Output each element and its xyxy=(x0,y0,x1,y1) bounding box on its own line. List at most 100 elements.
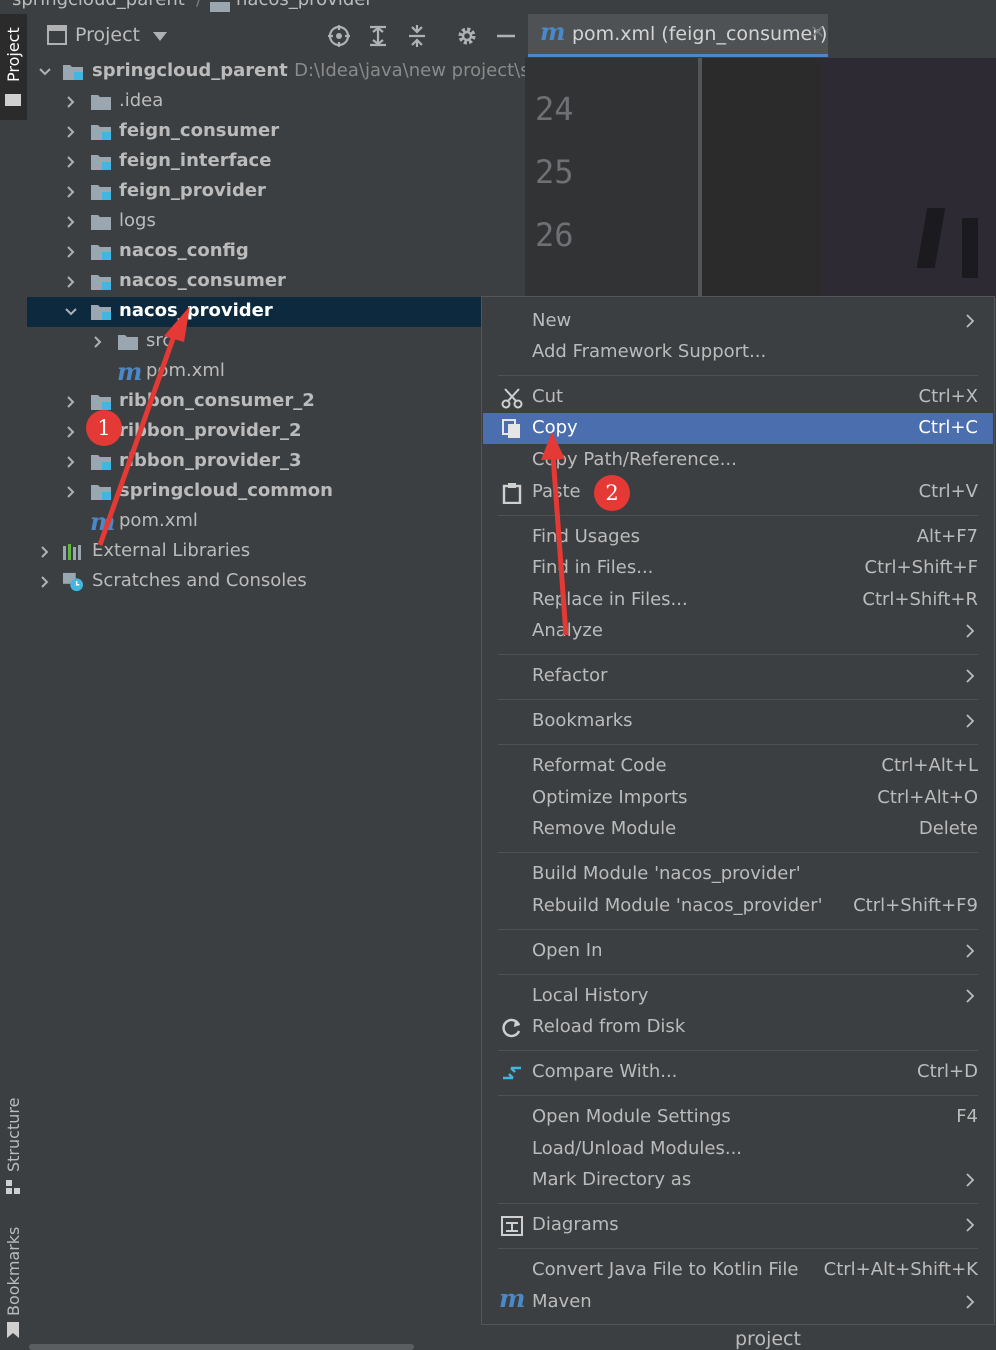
tree-item-logs[interactable]: logs xyxy=(27,207,525,237)
breadcrumb-module[interactable]: nacos_provider xyxy=(236,0,373,10)
menu-item-open-module-settings[interactable]: Open Module Settings F4 xyxy=(483,1102,993,1133)
chevron-right-icon xyxy=(966,669,975,683)
folder-icon xyxy=(118,335,138,350)
expand-all-icon[interactable] xyxy=(366,24,390,48)
chevron-right-icon[interactable] xyxy=(63,454,79,470)
menu-item-label: Rebuild Module 'nacos_provider' xyxy=(532,895,823,916)
tree-item-pom-xml[interactable]: m pom.xml xyxy=(27,357,525,387)
reload-icon xyxy=(502,1018,521,1038)
tree-item-ribbon-provider-3[interactable]: ribbon_provider_3 xyxy=(27,447,525,477)
tree-item-src[interactable]: src xyxy=(27,327,525,357)
maven-icon: m xyxy=(540,17,566,46)
chevron-right-icon[interactable] xyxy=(63,184,79,200)
menu-item-local-history[interactable]: Local History xyxy=(483,981,993,1012)
chevron-right-icon[interactable] xyxy=(90,334,106,350)
chevron-right-icon xyxy=(966,944,975,958)
menu-item-shortcut: Ctrl+C xyxy=(918,417,978,438)
tab-pom-xml[interactable]: m pom.xml (feign_consumer) ✕ xyxy=(528,14,828,57)
menu-item-paste[interactable]: Paste Ctrl+V xyxy=(483,477,993,508)
chevron-right-icon[interactable] xyxy=(63,484,79,500)
menu-item-convert-to-kotlin[interactable]: Convert Java File to Kotlin File Ctrl+Alt… xyxy=(483,1255,993,1286)
menu-item-find-usages[interactable]: Find Usages Alt+F7 xyxy=(483,522,993,553)
locate-icon[interactable] xyxy=(327,24,351,48)
menu-item-new[interactable]: New xyxy=(483,306,993,337)
tree-item-feign-consumer[interactable]: feign_consumer xyxy=(27,117,525,147)
menu-item-bookmarks[interactable]: Bookmarks xyxy=(483,706,993,737)
tree-label: .idea xyxy=(119,90,164,111)
editor-body[interactable] xyxy=(700,58,996,298)
tab-structure[interactable]: Structure xyxy=(0,1094,27,1204)
menu-item-reload-from-disk[interactable]: Reload from Disk xyxy=(483,1012,993,1043)
menu-item-label: Reformat Code xyxy=(532,755,667,776)
tab-project-label: Project xyxy=(4,27,23,82)
minimize-icon[interactable] xyxy=(494,24,518,48)
tree-item-springcloud-common[interactable]: springcloud_common xyxy=(27,477,525,507)
chevron-right-icon[interactable] xyxy=(63,154,79,170)
menu-item-maven[interactable]: m Maven xyxy=(483,1284,993,1318)
chevron-right-icon xyxy=(966,989,975,1003)
chevron-right-icon[interactable] xyxy=(63,124,79,140)
line-number: 26 xyxy=(535,216,574,254)
project-panel: Project springcloud_parent D:\Idea\java\… xyxy=(27,14,525,1350)
tab-bookmarks[interactable]: Bookmarks xyxy=(0,1224,27,1350)
menu-item-reformat-code[interactable]: Reformat Code Ctrl+Alt+L xyxy=(483,751,993,782)
menu-separator xyxy=(498,1095,978,1096)
menu-item-diagrams[interactable]: Diagrams xyxy=(483,1210,993,1241)
menu-item-cut[interactable]: Cut Ctrl+X xyxy=(483,382,993,413)
chevron-down-icon[interactable] xyxy=(63,304,79,320)
menu-item-mark-directory-as[interactable]: Mark Directory as xyxy=(483,1165,993,1196)
chevron-right-icon[interactable] xyxy=(37,544,53,560)
breadcrumb-root[interactable]: springcloud_parent xyxy=(12,0,185,10)
menu-item-label: Analyze xyxy=(532,620,603,641)
chevron-right-icon[interactable] xyxy=(63,424,79,440)
chevron-right-icon[interactable] xyxy=(63,394,79,410)
chevron-right-icon[interactable] xyxy=(37,574,53,590)
menu-item-find-in-files[interactable]: Find in Files... Ctrl+Shift+F xyxy=(483,553,993,584)
menu-item-label: Load/Unload Modules... xyxy=(532,1138,743,1159)
tree-item-scratches[interactable]: Scratches and Consoles xyxy=(27,567,525,597)
menu-item-compare-with[interactable]: Compare With... Ctrl+D xyxy=(483,1057,993,1088)
close-icon[interactable]: ✕ xyxy=(810,22,825,43)
menu-item-remove-module[interactable]: Remove Module Delete xyxy=(483,814,993,845)
chevron-right-icon[interactable] xyxy=(63,244,79,260)
tree-item-feign-interface[interactable]: feign_interface xyxy=(27,147,525,177)
horizontal-scrollbar[interactable] xyxy=(29,1344,414,1350)
bookmark-icon xyxy=(6,1322,20,1338)
chevron-right-icon[interactable] xyxy=(63,214,79,230)
tree-item-idea[interactable]: .idea xyxy=(27,87,525,117)
tree-item-nacos-consumer[interactable]: nacos_consumer xyxy=(27,267,525,297)
menu-item-load-unload-modules[interactable]: Load/Unload Modules... xyxy=(483,1134,993,1165)
tree-item-external-libraries[interactable]: External Libraries xyxy=(27,537,525,567)
menu-item-rebuild-module[interactable]: Rebuild Module 'nacos_provider' Ctrl+Shif… xyxy=(483,891,993,922)
tree-item-feign-provider[interactable]: feign_provider xyxy=(27,177,525,207)
chevron-right-icon[interactable] xyxy=(63,94,79,110)
menu-item-shortcut: Ctrl+Shift+R xyxy=(862,589,978,610)
chevron-down-icon[interactable] xyxy=(153,32,167,41)
menu-item-refactor[interactable]: Refactor xyxy=(483,661,993,692)
tab-project[interactable]: Project xyxy=(0,14,27,120)
menu-item-label: Local History xyxy=(532,985,649,1006)
tree-label: feign_provider xyxy=(119,180,266,201)
menu-item-optimize-imports[interactable]: Optimize Imports Ctrl+Alt+O xyxy=(483,783,993,814)
menu-item-build-module[interactable]: Build Module 'nacos_provider' xyxy=(483,859,993,890)
tab-bookmarks-label: Bookmarks xyxy=(4,1226,23,1316)
chevron-down-icon[interactable] xyxy=(37,64,53,80)
tree-label: ribbon_provider_2 xyxy=(119,420,302,441)
tree-item-root-pom-xml[interactable]: m pom.xml xyxy=(27,507,525,537)
tree-item-springcloud-parent[interactable]: springcloud_parent D:\Idea\java\new proj… xyxy=(27,57,525,87)
menu-item-replace-in-files[interactable]: Replace in Files... Ctrl+Shift+R xyxy=(483,585,993,616)
menu-item-label: Maven xyxy=(532,1291,592,1312)
menu-item-add-framework-support[interactable]: Add Framework Support... xyxy=(483,337,993,368)
menu-item-open-in[interactable]: Open In xyxy=(483,936,993,967)
collapse-all-icon[interactable] xyxy=(405,24,429,48)
menu-item-label: Copy xyxy=(532,417,578,438)
tree-item-nacos-provider[interactable]: nacos_provider xyxy=(27,297,525,327)
menu-item-analyze[interactable]: Analyze xyxy=(483,616,993,647)
menu-item-copy[interactable]: Copy Ctrl+C xyxy=(483,413,993,444)
maven-icon: m xyxy=(117,357,143,386)
menu-item-copy-path[interactable]: Copy Path/Reference... xyxy=(483,445,993,476)
chevron-right-icon[interactable] xyxy=(63,274,79,290)
view-selector[interactable]: Project xyxy=(75,24,140,46)
gear-icon[interactable] xyxy=(455,24,479,48)
tree-item-nacos-config[interactable]: nacos_config xyxy=(27,237,525,267)
